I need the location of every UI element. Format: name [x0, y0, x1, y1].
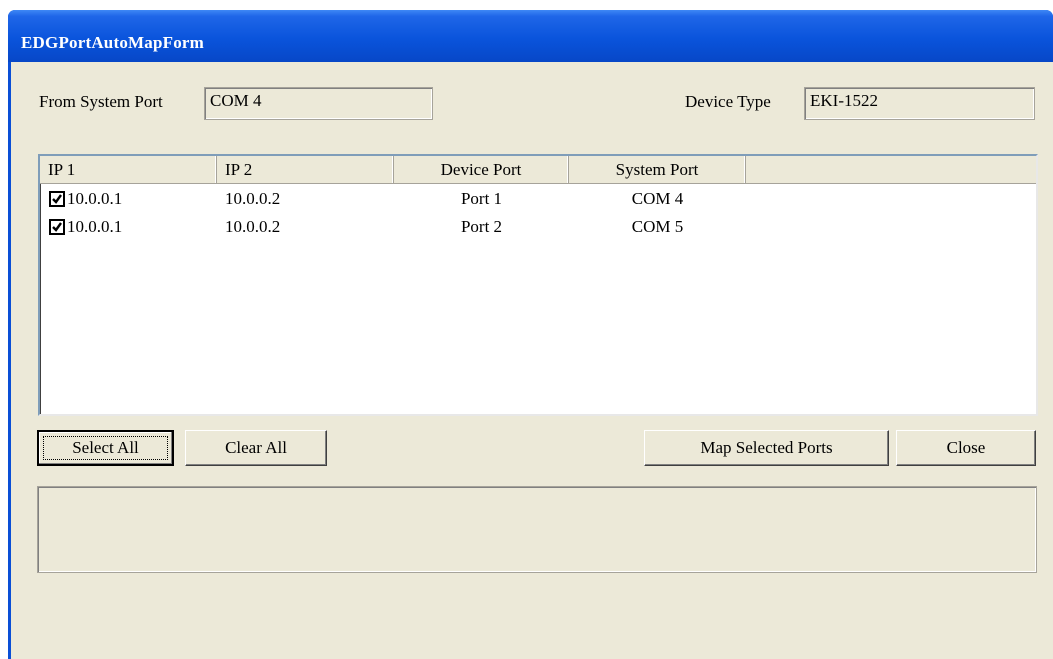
- cell-device-port: Port 2: [460, 217, 503, 236]
- cell-system-port: COM 4: [631, 189, 684, 208]
- column-header-device-port[interactable]: Device Port: [394, 156, 569, 183]
- checkmark-icon: [52, 222, 62, 232]
- cell-ip2: 10.0.0.2: [225, 217, 281, 236]
- table-row[interactable]: 10.0.0.1 10.0.0.2 Port 1 COM 4: [40, 185, 1036, 213]
- table-row[interactable]: 10.0.0.1 10.0.0.2 Port 2 COM 5: [40, 213, 1036, 241]
- cell-ip2: 10.0.0.2: [225, 189, 281, 208]
- checkmark-icon: [52, 194, 62, 204]
- from-system-port-label: From System Port: [39, 92, 163, 111]
- cell-system-port: COM 5: [631, 217, 684, 236]
- device-type-field[interactable]: EKI-1522: [804, 87, 1035, 120]
- column-header-ip2[interactable]: IP 2: [217, 156, 394, 183]
- from-system-port-field[interactable]: COM 4: [204, 87, 433, 120]
- cell-ip1: 10.0.0.1: [67, 189, 123, 208]
- device-type-label: Device Type: [685, 92, 771, 111]
- row-checkbox[interactable]: [49, 191, 65, 207]
- map-selected-ports-button[interactable]: Map Selected Ports: [644, 430, 889, 466]
- cell-ip1: 10.0.0.1: [67, 217, 123, 236]
- cell-device-port: Port 1: [460, 189, 503, 208]
- column-header-empty[interactable]: [746, 156, 1036, 183]
- column-header-system-port[interactable]: System Port: [569, 156, 746, 183]
- row-checkbox[interactable]: [49, 219, 65, 235]
- window-title: EDGPortAutoMapForm: [21, 33, 205, 52]
- port-automap-window: EDGPortAutoMapForm From System Port COM …: [8, 10, 1053, 659]
- status-message-area: [37, 486, 1037, 573]
- clear-all-button[interactable]: Clear All: [185, 430, 327, 466]
- list-header: IP 1 IP 2 Device Port System Port: [40, 156, 1036, 184]
- focus-rectangle: [43, 436, 168, 460]
- select-all-button[interactable]: Select All: [37, 430, 174, 466]
- column-header-ip1[interactable]: IP 1: [40, 156, 217, 183]
- form-client-area: From System Port COM 4 Device Type EKI-1…: [11, 62, 1053, 659]
- close-button[interactable]: Close: [896, 430, 1036, 466]
- title-bar[interactable]: EDGPortAutoMapForm: [8, 10, 1053, 62]
- port-mapping-list[interactable]: IP 1 IP 2 Device Port System Port 10.0.0…: [38, 154, 1038, 416]
